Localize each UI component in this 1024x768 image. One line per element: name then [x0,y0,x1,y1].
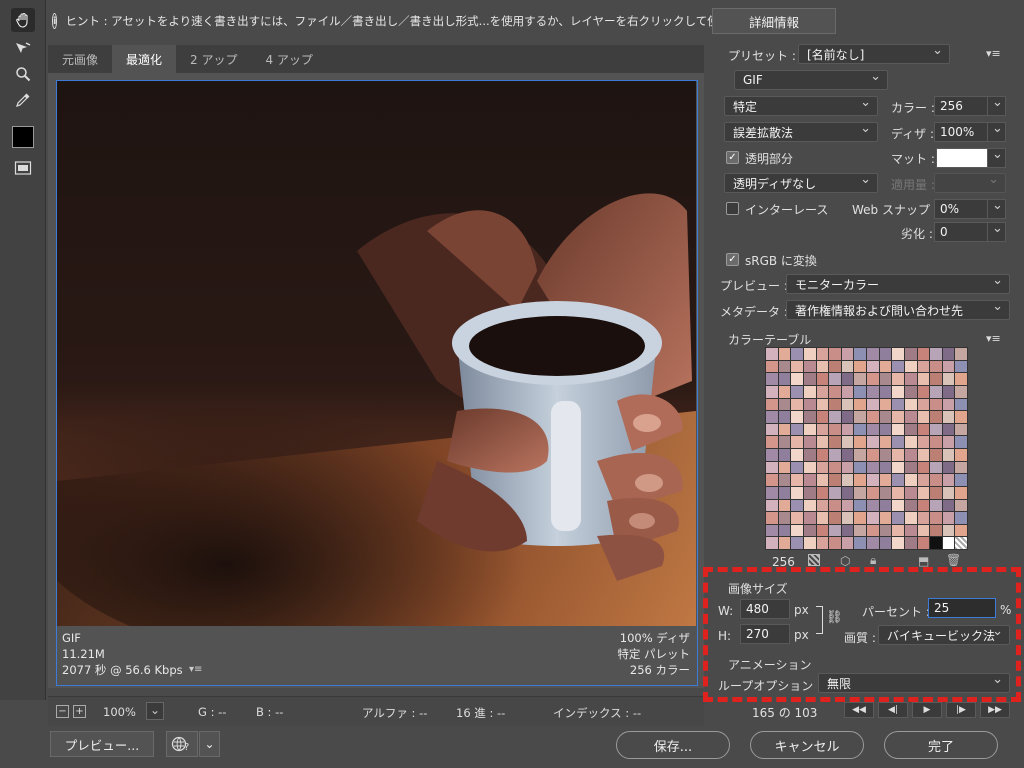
details-button[interactable]: 詳細情報 [712,8,836,34]
dither-field[interactable]: 100% [934,122,988,142]
info-size: 11.21M [62,647,105,661]
prev-frame-button[interactable]: ◀| [878,702,908,718]
zoom-out-button[interactable]: − [56,705,69,718]
websnap-dropdown-button[interactable] [988,198,1006,219]
hint-text: ヒント : アセットをより速く書き出すには、ファイル／書き出し／書き出し形式..… [65,14,742,28]
metadata-dropdown[interactable]: 著作権情報および問い合わせ先 [786,300,1010,320]
status-alpha: アルファ : -- [362,706,428,720]
tab-original[interactable]: 元画像 [48,45,112,73]
preview-button[interactable]: プレビュー... [50,731,154,757]
lossy-label: 劣化 : [901,227,933,241]
hint-bar: i ヒント : アセットをより速く書き出すには、ファイル／書き出し／書き出し形式… [46,0,742,42]
next-frame-button[interactable]: |▶ [946,702,976,718]
preview-label: プレビュー : [720,279,788,293]
dither-method-dropdown[interactable]: 誤差拡散法 [724,122,878,142]
tab-4up[interactable]: 4 アップ [251,45,326,73]
amount-label: 適用量 : [891,178,935,192]
eyedropper-color-swatch[interactable] [12,126,34,148]
interlace-checkbox[interactable] [726,202,739,215]
info-format: GIF [62,631,81,645]
cancel-button[interactable]: キャンセル [750,731,864,759]
status-bar: − + 100% ⌄ G : -- B : -- アルファ : -- 16 進 … [48,696,704,726]
download-speed-menu-icon[interactable]: ▾≡ [189,664,202,675]
amount-field [934,173,1006,193]
cube-icon[interactable]: ⬡ [840,554,850,568]
srgb-label: sRGB に変換 [745,254,817,268]
slice-select-tool-icon[interactable] [11,36,35,60]
browser-dropdown-button[interactable]: ⌄ [199,731,220,757]
colors-field[interactable]: 256 [934,96,988,116]
tool-bar [0,0,46,700]
transparency-checkbox[interactable]: ✓ [726,151,739,164]
colors-dropdown-button[interactable] [988,95,1006,116]
metadata-label: メタデータ : [720,305,788,319]
trash-icon[interactable]: 🗑︎ [946,553,961,567]
zoom-tool-icon[interactable] [11,62,35,86]
websnap-field[interactable]: 0% [934,199,988,219]
tab-optimized[interactable]: 最適化 [112,45,177,73]
matte-dropdown-button[interactable] [988,147,1006,168]
svg-text:?: ? [184,742,189,752]
websnap-label: Web スナップ : [852,203,938,217]
first-frame-button[interactable]: ◀◀ [844,702,874,718]
color-table[interactable] [765,347,968,550]
lossy-dropdown-button[interactable] [988,221,1006,242]
srgb-checkbox[interactable]: ✓ [726,253,739,266]
matte-label: マット : [891,152,935,166]
info-palette: 特定 パレット [617,647,690,661]
optimized-image-frame[interactable]: GIF 11.21M 2077 秒 @ 56.6 Kbps ▾≡ 100% ディ… [56,80,698,686]
colors-label: カラー : [891,101,935,115]
status-index: インデックス : -- [553,706,642,720]
interlace-label: インターレース [745,203,829,217]
info-colors: 256 カラー [629,663,690,677]
info-icon: i [52,13,58,29]
preset-label: プリセット : [728,49,796,63]
image-info: GIF 11.21M 2077 秒 @ 56.6 Kbps ▾≡ 100% ディ… [57,626,696,684]
frame-counter: 165 の 103 [752,706,818,720]
matte-color-swatch[interactable] [936,148,988,168]
save-button[interactable]: 保存... [616,731,730,759]
info-dither: 100% ディザ [619,631,690,645]
format-dropdown[interactable]: GIF [734,70,888,90]
last-frame-button[interactable]: ▶▶ [980,702,1010,718]
web-shift-icon[interactable] [808,554,820,566]
color-reduction-dropdown[interactable]: 特定 [724,96,878,116]
transparency-label: 透明部分 [745,152,794,166]
lock-icon[interactable]: 🔒︎ [870,553,876,568]
color-table-menu-icon[interactable]: ▾≡ [986,332,1001,345]
browser-preview-button[interactable]: ? [166,731,198,757]
status-green: G : -- [198,705,227,719]
preview-dropdown[interactable]: モニターカラー [786,274,1010,294]
hand-tool-icon[interactable] [11,8,35,32]
tab-2up[interactable]: 2 アップ [176,45,251,73]
transparency-dither-dropdown[interactable]: 透明ディザなし [724,173,878,193]
view-tabs: 元画像 最適化 2 アップ 4 アップ [48,45,704,73]
eyedropper-tool-icon[interactable] [11,88,35,112]
dither-dropdown-button[interactable] [988,121,1006,142]
zoom-dropdown-button[interactable]: ⌄ [146,702,164,720]
highlight-box [703,567,1021,702]
zoom-in-button[interactable]: + [73,705,86,718]
play-button[interactable]: ▶ [912,702,942,718]
status-blue: B : -- [256,705,284,719]
preset-dropdown[interactable]: [名前なし] [798,44,950,64]
dither-label: ディザ : [891,127,935,141]
new-color-icon[interactable]: ⬒ [918,554,929,568]
status-hex: 16 進 : -- [456,706,506,720]
done-button[interactable]: 完了 [884,731,998,759]
browser-icon: ? [171,736,189,752]
zoom-level: 100% [103,705,136,719]
preview-photo [57,81,696,626]
toggle-slices-icon[interactable] [11,156,35,180]
lossy-field[interactable]: 0 [934,222,988,242]
color-table-label: カラーテーブル [728,333,812,347]
preset-menu-icon[interactable]: ▾≡ [986,47,1001,60]
info-download-time: 2077 秒 @ 56.6 Kbps [62,663,183,677]
